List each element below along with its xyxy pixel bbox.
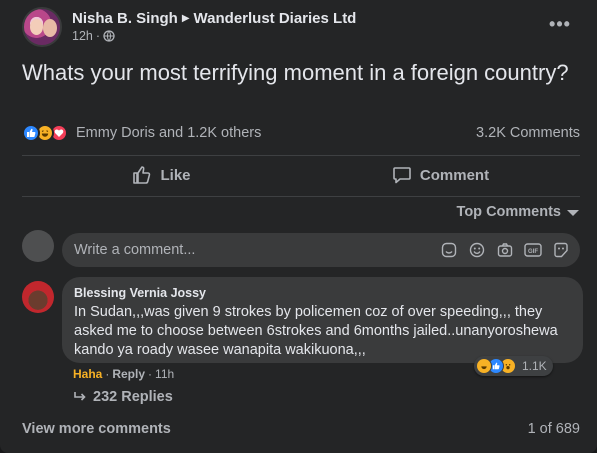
camera-icon[interactable] [496,241,514,259]
globe-icon [103,30,115,42]
avatar-face-right [43,19,57,37]
view-more-comments-link[interactable]: View more comments [22,421,171,437]
more-icon: ••• [549,13,571,34]
pagination-text: 1 of 689 [527,421,580,437]
comment-text: In Sudan,,,was given 9 strokes by police… [74,304,558,358]
comments-footer: View more comments 1 of 689 [22,421,580,437]
caret-down-icon [567,210,579,216]
comment-reactions[interactable]: 1.1K [474,356,553,376]
separator-dot: · [148,367,153,381]
haha-reaction-icon [476,358,492,374]
comment-composer[interactable]: GIF [62,233,580,267]
gif-icon[interactable]: GIF [524,241,542,259]
like-reaction-icon [22,124,40,142]
view-replies-button[interactable]: 232 Replies [73,389,173,405]
author-line: Nisha B. Singh ▶ Wanderlust Diaries Ltd [72,8,356,28]
reply-button[interactable]: Reply [112,367,145,381]
post-meta: 12h · [72,29,115,43]
post-card: Nisha B. Singh ▶ Wanderlust Diaries Ltd … [0,0,597,453]
thumbs-up-icon [133,166,151,184]
author-avatar[interactable] [22,7,62,47]
post-text: Whats your most terrifying moment in a f… [22,60,569,85]
replies-count: 232 Replies [93,389,173,405]
comment-actions: Haha · Reply · 11h [73,367,174,381]
avatar-sticker-icon[interactable] [552,241,570,259]
reactor-summary-text[interactable]: Emmy Doris and 1.2K others [76,125,261,141]
comment-author[interactable]: Blessing Vernia Jossy [74,286,571,300]
commenter-avatar[interactable] [22,281,54,313]
post-time[interactable]: 12h [72,29,93,43]
emoji-icon[interactable] [468,241,486,259]
reaction-summary[interactable]: Emmy Doris and 1.2K others [22,124,261,142]
divider [22,196,580,197]
comment-bubble: Blessing Vernia Jossy In Sudan,,,was giv… [62,277,583,363]
comment-label: Comment [419,166,490,184]
comment-sort-dropdown[interactable]: Top Comments [457,204,579,220]
more-options-button[interactable]: ••• [545,12,575,36]
like-label: Like [160,166,191,184]
svg-text:GIF: GIF [528,249,538,255]
author-name[interactable]: Nisha B. Singh [72,10,178,27]
comment-time[interactable]: 11h [155,367,174,381]
sticker-icon[interactable] [440,241,458,259]
comment-icon [393,167,411,184]
divider [22,155,580,156]
sort-label: Top Comments [456,204,561,220]
current-user-avatar[interactable] [22,230,54,262]
group-name[interactable]: Wanderlust Diaries Ltd [194,10,357,27]
separator-dot: · [105,367,110,381]
composer-tools: GIF [440,241,570,259]
like-button[interactable]: Like [22,160,301,190]
avatar-face-left [30,19,43,35]
comment-reaction-count: 1.1K [522,359,547,373]
reply-arrow-icon [74,392,86,401]
reactions-row: Emmy Doris and 1.2K others 3.2K Comments [22,122,580,144]
comments-count[interactable]: 3.2K Comments [476,125,580,141]
comment-input[interactable] [74,242,434,258]
meta-dot: · [95,29,101,43]
reacted-haha-button[interactable]: Haha [73,367,102,381]
comment-button[interactable]: Comment [301,160,580,190]
post-actions: Like Comment [22,160,580,190]
arrow-right-icon: ▶ [181,12,190,24]
